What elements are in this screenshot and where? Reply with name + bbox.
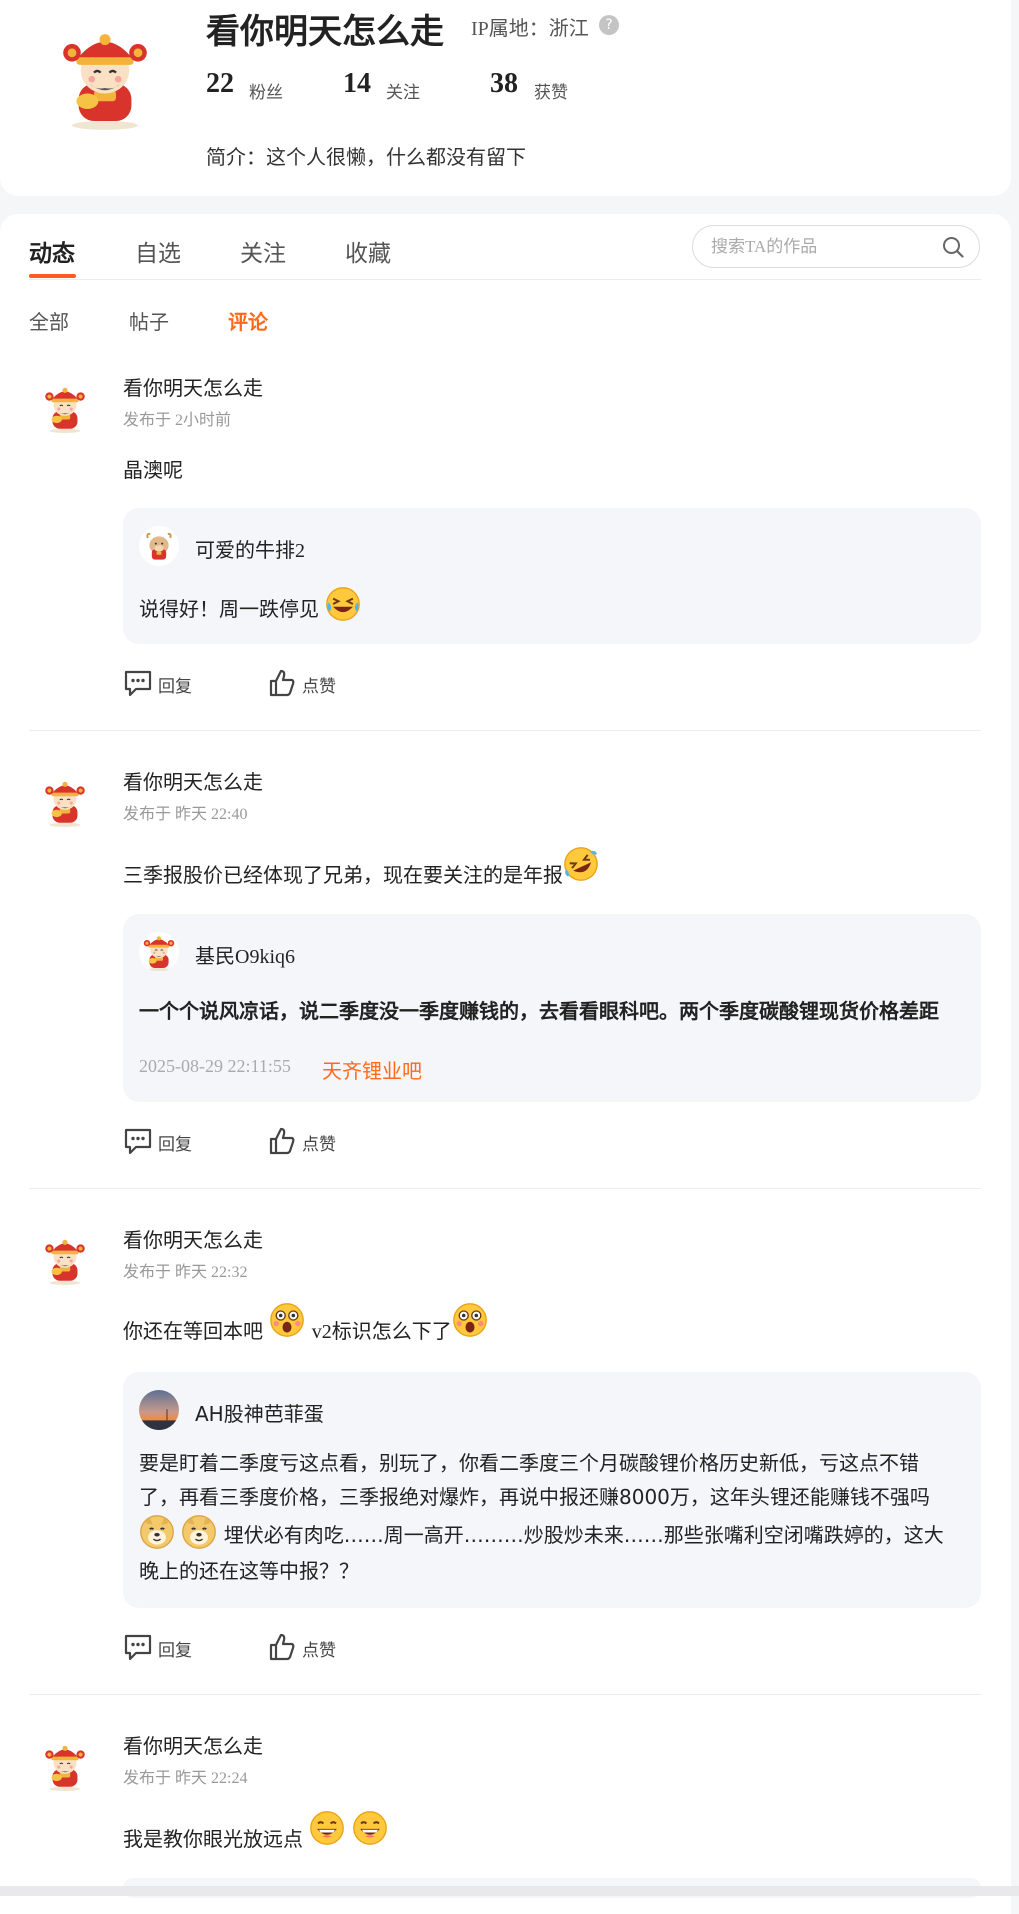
laughing-emoji-icon — [325, 586, 361, 622]
post-author[interactable]: 看你明天怎么走 — [123, 1224, 263, 1253]
post-time: 发布于 2小时前 — [123, 412, 232, 429]
quote-text: 要是盯着二季度亏这点看，别玩了，你看二季度三个月碳酸锂价格历史新低，亏这点不错 … — [139, 1446, 965, 1588]
like-label: 点赞 — [302, 677, 336, 697]
reply-label: 回复 — [158, 677, 192, 697]
post-content[interactable]: 我是教你眼光放远点 — [123, 1810, 388, 1852]
post-divider — [29, 1188, 981, 1189]
post-content-text-a: 你还在等回本吧 — [123, 1319, 263, 1343]
author-avatar[interactable] — [39, 1234, 91, 1286]
post-author[interactable]: 看你明天怎么走 — [123, 372, 263, 401]
tab-following[interactable]: 关注 — [240, 234, 286, 268]
thumbs-up-icon — [267, 1126, 297, 1156]
quote-text-line: 要是盯着二季度亏这点看，别玩了，你看二季度三个月碳酸锂价格历史新低，亏这点不错 — [139, 1451, 919, 1475]
ip-location: IP属地：浙江 — [471, 18, 589, 40]
subtab-posts[interactable]: 帖子 — [129, 306, 169, 335]
grin-emoji-icon — [352, 1810, 388, 1846]
active-tab-indicator — [29, 274, 76, 278]
post-content-text-b: v2标识怎么下了 — [311, 1321, 452, 1343]
author-avatar[interactable] — [39, 1740, 91, 1792]
post-content[interactable]: 你还在等回本吧 v2标识怎么下了 — [123, 1302, 488, 1344]
thumbs-up-icon — [267, 668, 297, 698]
post-content-text: 三季报股价已经体现了兄弟，现在要关注的是年报 — [123, 863, 563, 887]
post-content[interactable]: 晶澳呢 — [123, 454, 183, 483]
reply-label: 回复 — [158, 1135, 192, 1155]
reply-button[interactable]: 回复 — [123, 1126, 203, 1156]
tab-favorites[interactable]: 收藏 — [345, 234, 391, 268]
author-avatar[interactable] — [39, 776, 91, 828]
post-content[interactable]: 三季报股价已经体现了兄弟，现在要关注的是年报 — [123, 846, 599, 888]
likes-count: 38 — [490, 68, 518, 99]
post-divider — [29, 730, 981, 731]
like-button[interactable]: 点赞 — [267, 1632, 347, 1662]
post-divider — [29, 1694, 981, 1695]
following-label[interactable]: 关注 — [386, 78, 420, 103]
thumbs-up-icon — [267, 1632, 297, 1662]
quote-date: 2025-08-29 22:11:55 — [139, 1056, 291, 1076]
profile-name: 看你明天怎么走 — [206, 12, 444, 52]
quoted-comment[interactable]: 可爱的牛排2 说得好！周一跌停见 — [123, 508, 981, 644]
profile-bio: 简介：这个人很懒，什么都没有留下 — [206, 145, 526, 169]
like-button[interactable]: 点赞 — [267, 668, 347, 698]
tabs-divider — [29, 279, 981, 280]
grin-emoji-icon — [309, 1810, 345, 1846]
author-avatar[interactable] — [39, 382, 91, 434]
quote-text-line: 了，再看三季度价格，三季报绝对爆炸，再说中报还赚8000万，这年头锂还能赚钱不强… — [139, 1485, 930, 1509]
shocked-emoji-icon — [269, 1302, 305, 1338]
bottom-edge — [0, 1886, 1019, 1896]
post-author[interactable]: 看你明天怎么走 — [123, 766, 263, 795]
reply-label: 回复 — [158, 1641, 192, 1661]
help-icon[interactable]: ? — [599, 15, 619, 35]
quote-avatar[interactable] — [139, 1390, 179, 1430]
profile-avatar[interactable] — [50, 22, 160, 132]
post-content-text: 我是教你眼光放远点 — [123, 1827, 303, 1851]
quote-text-body: 说得好！周一跌停见 — [139, 597, 319, 621]
post-author[interactable]: 看你明天怎么走 — [123, 1730, 263, 1759]
reply-button[interactable]: 回复 — [123, 668, 203, 698]
doge-emoji-icon — [181, 1514, 217, 1550]
forum-link[interactable]: 天齐锂业吧 — [322, 1055, 422, 1084]
quote-author[interactable]: 基民O9kiq6 — [195, 940, 295, 969]
reply-icon — [123, 1126, 153, 1156]
like-label: 点赞 — [302, 1641, 336, 1661]
quote-author[interactable]: AH股神芭菲蛋 — [195, 1398, 324, 1427]
quote-text-line: 埋伏必有肉吃……周一高开………炒股炒未来……那些张嘴利空闭嘴跌婷的，这大 — [223, 1523, 944, 1547]
subtab-comments[interactable]: 评论 — [228, 306, 268, 335]
quote-text-line: 晚上的还在这等中报？？ — [139, 1559, 359, 1583]
search-box[interactable] — [692, 225, 980, 268]
fans-count[interactable]: 22 — [206, 68, 234, 100]
quote-avatar[interactable] — [139, 526, 179, 566]
subtab-all[interactable]: 全部 — [29, 306, 69, 335]
quote-avatar[interactable] — [139, 932, 179, 972]
rofl-emoji-icon — [563, 846, 599, 882]
quote-text: 一个个说风凉话，说二季度没一季度赚钱的，去看看眼科吧。两个季度碳酸锂现货价格差距 — [139, 999, 939, 1023]
like-label: 点赞 — [302, 1135, 336, 1155]
doge-emoji-icon — [139, 1514, 175, 1550]
search-icon[interactable] — [941, 235, 965, 259]
likes-label: 获赞 — [534, 83, 568, 103]
tab-watchlist[interactable]: 自选 — [135, 234, 181, 268]
shocked-emoji-icon — [452, 1302, 488, 1338]
search-input[interactable] — [709, 235, 933, 259]
like-button[interactable]: 点赞 — [267, 1126, 347, 1156]
fans-label[interactable]: 粉丝 — [249, 78, 283, 103]
reply-icon — [123, 1632, 153, 1662]
quote-text: 说得好！周一跌停见 — [139, 586, 965, 626]
post-time: 发布于 昨天 22:32 — [123, 1264, 248, 1281]
profile-header: 看你明天怎么走 IP属地：浙江 ? 22 粉丝 14 关注 38 获赞 简介：这… — [0, 0, 1011, 196]
reply-icon — [123, 668, 153, 698]
quoted-comment[interactable]: 基民O9kiq6 一个个说风凉话，说二季度没一季度赚钱的，去看看眼科吧。两个季度… — [123, 914, 981, 1102]
following-count[interactable]: 14 — [343, 68, 371, 100]
quote-author[interactable]: 可爱的牛排2 — [195, 534, 305, 563]
reply-button[interactable]: 回复 — [123, 1632, 203, 1662]
post-time: 发布于 昨天 22:24 — [123, 1770, 248, 1787]
quoted-comment[interactable]: AH股神芭菲蛋 要是盯着二季度亏这点看，别玩了，你看二季度三个月碳酸锂价格历史新… — [123, 1372, 981, 1608]
tab-activity[interactable]: 动态 — [29, 234, 75, 268]
quote-text-line-with-emoji: 埋伏必有肉吃……周一高开………炒股炒未来……那些张嘴利空闭嘴跌婷的，这大 — [139, 1514, 965, 1554]
post-time: 发布于 昨天 22:40 — [123, 806, 248, 823]
